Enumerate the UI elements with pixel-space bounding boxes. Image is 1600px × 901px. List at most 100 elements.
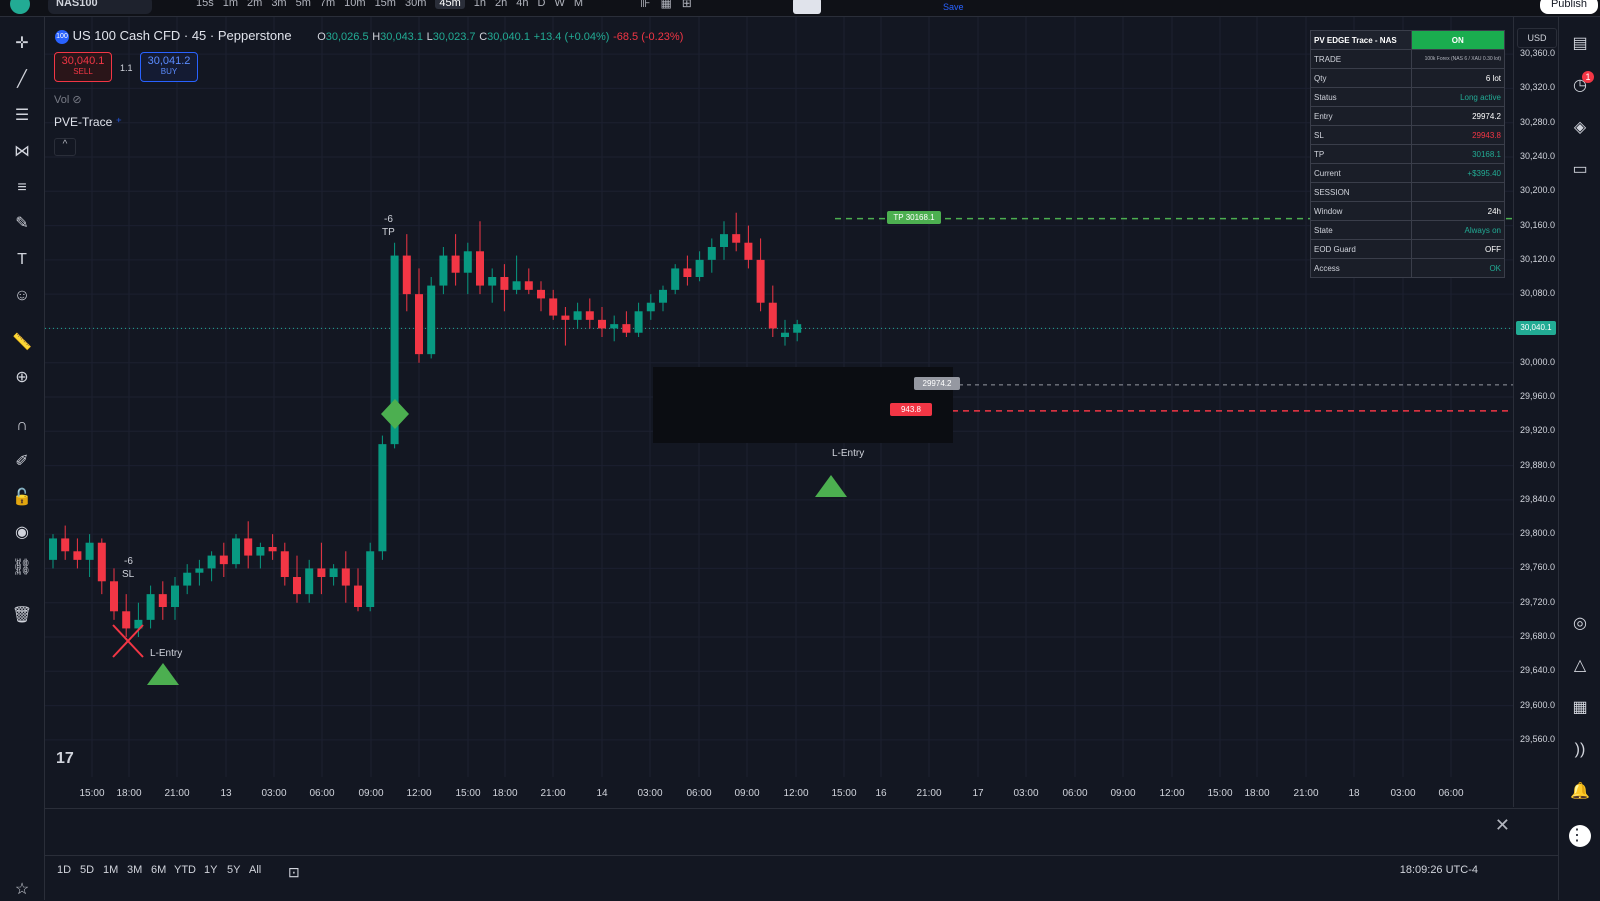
zoom-icon[interactable]: ⊕: [11, 367, 33, 389]
ruler-icon[interactable]: 📏: [11, 332, 33, 354]
range-button-5d[interactable]: 5D: [80, 864, 94, 876]
table-key: EOD Guard: [1310, 239, 1412, 259]
brush-icon[interactable]: ✎: [11, 213, 33, 235]
range-button-5y[interactable]: 5Y: [227, 864, 240, 876]
candle-body: [317, 568, 326, 577]
timeframe-3[interactable]: 3m: [271, 0, 286, 9]
collapse-legend-button[interactable]: ^: [54, 138, 76, 156]
currency-selector[interactable]: USD: [1517, 28, 1557, 48]
timeframe-2[interactable]: 2m: [247, 0, 262, 9]
text-icon[interactable]: T: [11, 249, 33, 271]
layers-icon[interactable]: ◈: [1569, 117, 1591, 139]
candle-body: [49, 538, 57, 560]
timeframe-6[interactable]: 10m: [344, 0, 365, 9]
price-axis[interactable]: 30,360.0 30,320.0 30,280.0 30,240.0 30,200.0…: [1513, 17, 1559, 807]
symbol-title[interactable]: US 100 Cash CFD · 45 · Pepperstone: [73, 28, 292, 43]
publish-button[interactable]: Publish: [1540, 0, 1598, 14]
candle-body: [183, 572, 192, 586]
stream-icon[interactable]: )): [1569, 739, 1591, 761]
candle-body: [585, 311, 594, 320]
lock-icon[interactable]: 🔓: [11, 487, 33, 509]
crosshair-icon[interactable]: ✛: [11, 33, 33, 55]
table-row: SL 29943.8: [1310, 125, 1506, 145]
emoji-icon[interactable]: ☺: [11, 285, 33, 307]
timeframe-15[interactable]: M: [574, 0, 583, 9]
timeframe-5[interactable]: 7m: [320, 0, 335, 9]
trendline-icon[interactable]: ╱: [11, 69, 33, 91]
date-range-calendar-icon[interactable]: ⊡: [288, 864, 300, 881]
range-button-1d[interactable]: 1D: [57, 864, 71, 876]
timeframe-11[interactable]: 2h: [495, 0, 507, 9]
time-tick: 03:00: [1390, 788, 1416, 799]
time-tick: 12:00: [406, 788, 432, 799]
table-row: SESSION: [1310, 182, 1506, 202]
apps-grid-icon[interactable]: ⋮⋮: [1569, 825, 1600, 847]
timeframe-4[interactable]: 5m: [296, 0, 311, 9]
save-button[interactable]: Save: [943, 2, 964, 12]
range-button-ytd[interactable]: YTD: [174, 864, 196, 876]
clock[interactable]: 18:09:26 UTC-4: [1400, 864, 1478, 876]
timeframe-8[interactable]: 30m: [405, 0, 426, 9]
candle-body: [756, 259, 765, 303]
buy-button[interactable]: 30,041.2 BUY: [140, 52, 198, 82]
range-button-3m[interactable]: 3M: [127, 864, 142, 876]
candle-body: [280, 551, 289, 577]
candle-body: [305, 568, 314, 595]
indicator-legend[interactable]: PVE-Trace ⁺: [54, 115, 122, 129]
horizontal-lines-icon[interactable]: ☰: [11, 105, 33, 127]
timeframe-13[interactable]: D: [538, 0, 546, 9]
tp-price-label: TP 30168.1: [887, 210, 941, 224]
sell-button[interactable]: 30,040.1 SELL: [54, 52, 112, 82]
candle-body: [573, 311, 582, 320]
favorites-star-icon[interactable]: ☆: [11, 879, 33, 901]
trash-icon[interactable]: 🗑: [11, 605, 33, 627]
candle-body: [195, 568, 204, 573]
timeframe-9[interactable]: 45m: [435, 0, 465, 9]
lock-drawing-icon[interactable]: ✐: [11, 451, 33, 473]
time-tick: 21:00: [540, 788, 566, 799]
bell-icon[interactable]: 🔔: [1569, 781, 1591, 803]
pattern-icon[interactable]: ⋈: [11, 141, 33, 163]
timeframe-0[interactable]: 15s: [196, 0, 214, 9]
table-value: Always on: [1410, 220, 1506, 240]
range-button-1m[interactable]: 1M: [103, 864, 118, 876]
watchlist-icon[interactable]: ▤: [1569, 33, 1591, 55]
tradingview-logo-icon[interactable]: [10, 0, 30, 14]
table-value: 29943.8: [1410, 125, 1506, 145]
timeframe-7[interactable]: 15m: [375, 0, 396, 9]
fib-icon[interactable]: ≡: [11, 177, 33, 199]
hidden-eye-icon[interactable]: ⊘: [72, 94, 81, 106]
calendar-icon[interactable]: ▦: [1569, 697, 1591, 719]
magnet-icon[interactable]: ∩: [11, 415, 33, 437]
replay-button[interactable]: [793, 0, 821, 14]
time-tick: 15:00: [831, 788, 857, 799]
table-value: OFF: [1410, 239, 1506, 259]
symbol-search-button[interactable]: NAS100: [48, 0, 152, 14]
time-axis[interactable]: 15:00 18:00 21:00 13 03:00 06:00 09:00 12:00 15:…: [45, 783, 1513, 807]
indicator-settings-icon[interactable]: ⁺: [116, 115, 122, 129]
close-icon[interactable]: ✕: [1495, 815, 1510, 836]
ideas-icon[interactable]: △: [1569, 655, 1591, 677]
timeframe-12[interactable]: 4h: [516, 0, 528, 9]
table-row: Access OK: [1310, 258, 1506, 278]
candle-body: [646, 302, 655, 312]
link-icon[interactable]: ⛓: [11, 557, 33, 579]
timeframe-14[interactable]: W: [554, 0, 564, 9]
volume-indicator[interactable]: Vol ⊘: [54, 93, 82, 106]
price-chart[interactable]: [45, 17, 1513, 807]
timeframe-10[interactable]: 1h: [474, 0, 486, 9]
timeframe-1[interactable]: 1m: [223, 0, 238, 9]
chart-type-icons[interactable]: ⊪▦⊞: [640, 0, 702, 10]
ohlc-h-key: H: [372, 31, 381, 43]
range-button-6m[interactable]: 6M: [151, 864, 166, 876]
chat-icon[interactable]: ▭: [1569, 159, 1591, 181]
eye-icon[interactable]: ◉: [11, 522, 33, 544]
time-tick: 21:00: [164, 788, 190, 799]
price-tick: 30,280.0: [1519, 116, 1555, 127]
range-button-1y[interactable]: 1Y: [204, 864, 217, 876]
target-icon[interactable]: ◎: [1569, 613, 1591, 635]
table-row: State Always on: [1310, 220, 1506, 240]
table-value: 100k Forex (NAS 6 / XAU 0.30 lot): [1410, 49, 1506, 69]
range-button-all[interactable]: All: [249, 864, 261, 876]
timeframe-selector[interactable]: 15s 1m 2m 3m 5m 7m 10m 15m 30m 45m 1h 2h 4h D W M: [196, 0, 592, 9]
